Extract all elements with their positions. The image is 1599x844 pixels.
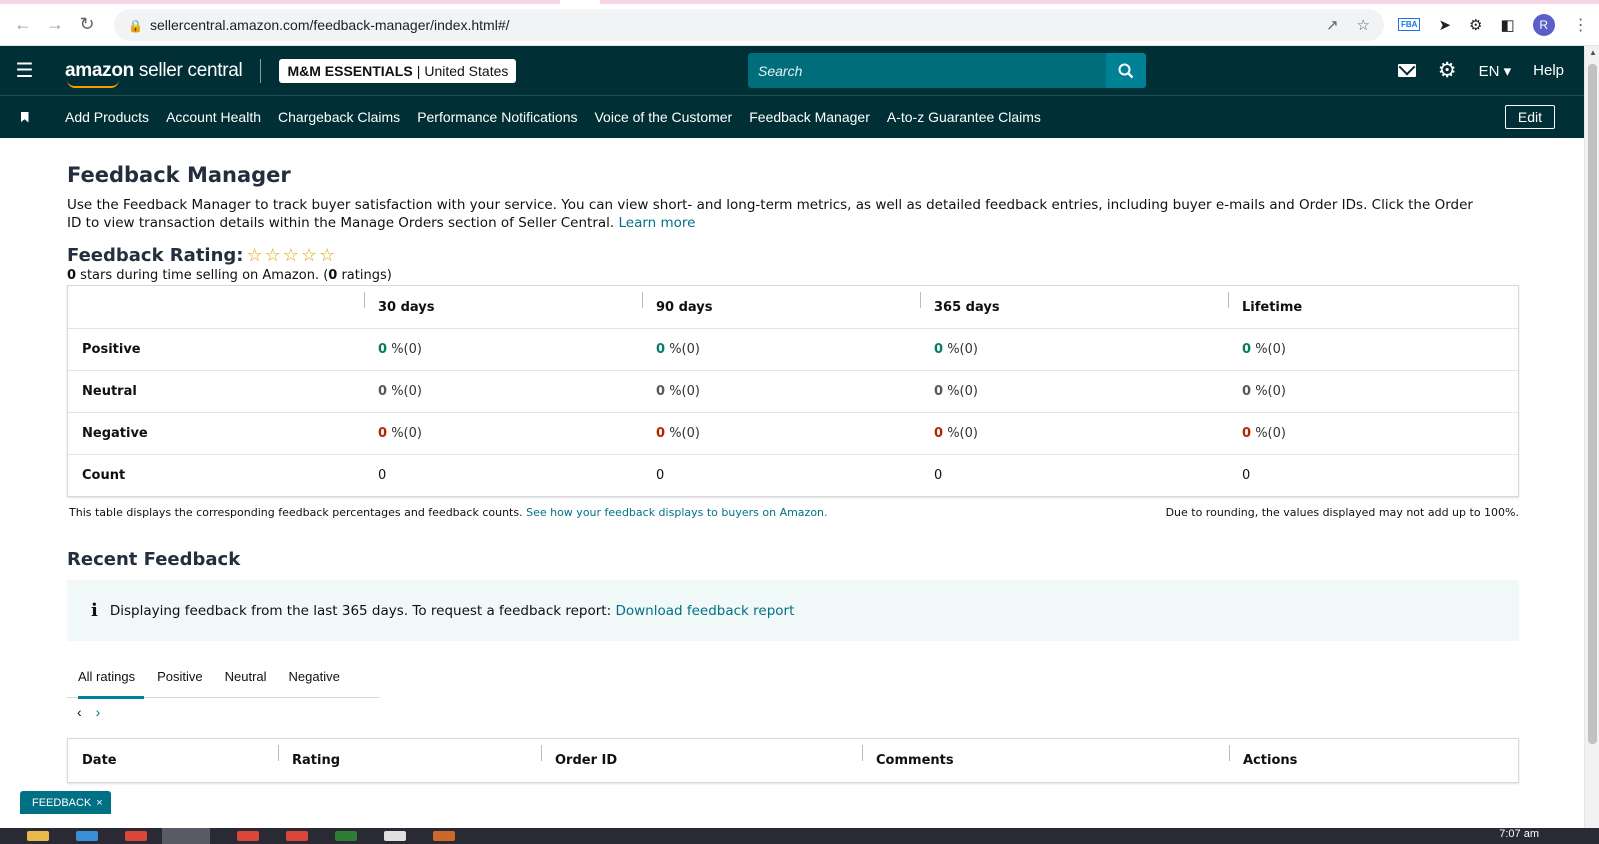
search-bar — [748, 53, 1146, 88]
profile-avatar[interactable]: R — [1532, 13, 1555, 36]
column-actions[interactable]: Actions — [1229, 745, 1509, 768]
app-icon[interactable] — [384, 831, 406, 841]
lock-icon: 🔒 — [128, 18, 143, 33]
star-icon: ☆ — [246, 245, 263, 266]
cursor-extension-icon[interactable]: ➤ — [1438, 16, 1451, 34]
page-scrollbar[interactable]: ▲ — [1584, 46, 1599, 830]
info-icon: i — [91, 600, 98, 621]
column-rating[interactable]: Rating — [278, 745, 541, 768]
os-taskbar: 7:07 am — [0, 828, 1599, 844]
puzzle-icon[interactable]: ⚙ — [1469, 16, 1482, 34]
page-title: Feedback Manager — [67, 163, 291, 187]
table-row-positive: Positive 0 %(0) 0 %(0) 0 %(0) 0 %(0) — [68, 328, 1518, 370]
feedback-metrics-table: 30 days 90 days 365 days Lifetime Positi… — [67, 285, 1519, 497]
column-order-id[interactable]: Order ID — [541, 745, 862, 768]
intro-text: Use the Feedback Manager to track buyer … — [67, 197, 1473, 231]
search-icon — [1118, 63, 1134, 78]
bookmark-star-icon[interactable]: ☆ — [1357, 16, 1370, 34]
column-comments[interactable]: Comments — [862, 745, 1229, 768]
bookmark-icon[interactable] — [0, 111, 49, 123]
star-icon: ☆ — [319, 245, 336, 266]
tab-positive[interactable]: Positive — [146, 655, 214, 698]
share-icon[interactable]: ↗ — [1326, 16, 1339, 34]
address-bar[interactable]: 🔒 sellercentral.amazon.com/feedback-mana… — [114, 8, 1384, 41]
nav-feedback-manager[interactable]: Feedback Manager — [749, 109, 870, 125]
recent-feedback-title: Recent Feedback — [67, 549, 241, 570]
feedback-display-link[interactable]: See how your feedback displays to buyers… — [526, 506, 827, 519]
fba-extension-icon[interactable]: FBA — [1398, 18, 1421, 31]
clock: 7:07 am — [1499, 828, 1539, 840]
table-row-count: Count 0 0 0 0 — [68, 454, 1518, 496]
info-alert: i Displaying feedback from the last 365 … — [67, 580, 1519, 641]
chevron-right-icon[interactable]: › — [96, 704, 101, 720]
nav-add-products[interactable]: Add Products — [65, 109, 149, 125]
bookmarks-nav: Add Products Account Health Chargeback C… — [0, 95, 1584, 138]
app-icon[interactable] — [335, 831, 357, 841]
main-content: Feedback Manager Use the Feedback Manage… — [0, 163, 1584, 783]
reload-button[interactable]: ↻ — [74, 12, 100, 38]
header-30-days: 30 days — [364, 291, 642, 315]
download-report-link[interactable]: Download feedback report — [615, 603, 794, 619]
table-header-row: 30 days 90 days 365 days Lifetime — [68, 286, 1518, 328]
edit-bookmarks-button[interactable]: Edit — [1504, 105, 1555, 129]
feedback-widget-button[interactable]: FEEDBACK × — [20, 791, 111, 814]
search-button[interactable] — [1106, 53, 1146, 88]
forward-button[interactable]: → — [42, 12, 68, 38]
rating-stars: ☆ ☆ ☆ ☆ ☆ — [246, 245, 335, 266]
tab-neutral[interactable]: Neutral — [214, 655, 278, 698]
close-icon[interactable]: × — [96, 797, 102, 809]
folder-icon[interactable] — [27, 831, 49, 841]
gear-icon[interactable]: ⚙ — [1438, 60, 1457, 81]
chevron-left-icon[interactable]: ‹ — [77, 704, 82, 720]
app-icon[interactable] — [433, 831, 455, 841]
table-row-negative: Negative 0 %(0) 0 %(0) 0 %(0) 0 %(0) — [68, 412, 1518, 454]
tab-all-ratings[interactable]: All ratings — [67, 655, 146, 699]
header-365-days: 365 days — [920, 291, 1228, 315]
app-icon[interactable] — [76, 831, 98, 841]
pagination: ‹ › — [67, 704, 1486, 720]
rating-summary: 0 stars during time selling on Amazon. (… — [67, 268, 392, 283]
header-lifetime: Lifetime — [1228, 291, 1518, 315]
star-icon: ☆ — [300, 245, 318, 266]
feedback-rating-title: Feedback Rating: ☆ ☆ ☆ ☆ ☆ — [67, 245, 336, 266]
scrollbar-thumb[interactable] — [1588, 64, 1597, 744]
tab-negative[interactable]: Negative — [278, 655, 351, 698]
search-input[interactable] — [748, 53, 1106, 88]
star-icon: ☆ — [282, 245, 299, 266]
star-icon: ☆ — [264, 245, 281, 266]
hamburger-menu-icon[interactable]: ☰ — [0, 46, 49, 95]
nav-performance-notifications[interactable]: Performance Notifications — [417, 109, 577, 125]
table-footnote: This table displays the corresponding fe… — [69, 506, 1519, 519]
browser-toolbar: ← → ↻ 🔒 sellercentral.amazon.com/feedbac… — [0, 4, 1599, 46]
seller-central-logo[interactable]: amazon seller central — [65, 60, 243, 88]
table-row-neutral: Neutral 0 %(0) 0 %(0) 0 %(0) 0 %(0) — [68, 370, 1518, 412]
recent-feedback-table: Date Rating Order ID Comments Actions — [67, 738, 1519, 783]
nav-a-to-z-claims[interactable]: A-to-z Guarantee Claims — [887, 109, 1041, 125]
scroll-up-icon[interactable]: ▲ — [1589, 48, 1597, 57]
page-viewport: ☰ amazon seller central M&M ESSENTIALS | U… — [0, 46, 1599, 830]
back-button[interactable]: ← — [10, 12, 36, 38]
learn-more-link[interactable]: Learn more — [618, 215, 695, 231]
rounding-note: Due to rounding, the values displayed ma… — [1165, 506, 1519, 519]
column-date[interactable]: Date — [68, 753, 278, 768]
chrome-icon[interactable] — [286, 831, 308, 841]
nav-account-health[interactable]: Account Health — [166, 109, 261, 125]
mail-icon[interactable] — [1397, 64, 1416, 77]
nav-chargeback-claims[interactable]: Chargeback Claims — [278, 109, 400, 125]
header-90-days: 90 days — [642, 291, 920, 315]
url-text: sellercentral.amazon.com/feedback-manage… — [150, 16, 510, 33]
language-selector[interactable]: EN ▾ — [1479, 62, 1512, 80]
sidebar-icon[interactable]: ◧ — [1500, 16, 1514, 34]
rating-tabs: All ratings Positive Neutral Negative — [67, 655, 380, 699]
help-link[interactable]: Help — [1533, 62, 1564, 79]
active-app-icon[interactable] — [162, 828, 210, 844]
store-selector[interactable]: M&M ESSENTIALS | United States — [279, 58, 517, 83]
chrome-icon[interactable] — [125, 831, 147, 841]
seller-central-header: ☰ amazon seller central M&M ESSENTIALS | U… — [0, 46, 1584, 95]
menu-icon[interactable]: ⋮ — [1573, 15, 1589, 35]
nav-voice-of-the-customer[interactable]: Voice of the Customer — [594, 109, 732, 125]
chrome-icon[interactable] — [237, 831, 259, 841]
